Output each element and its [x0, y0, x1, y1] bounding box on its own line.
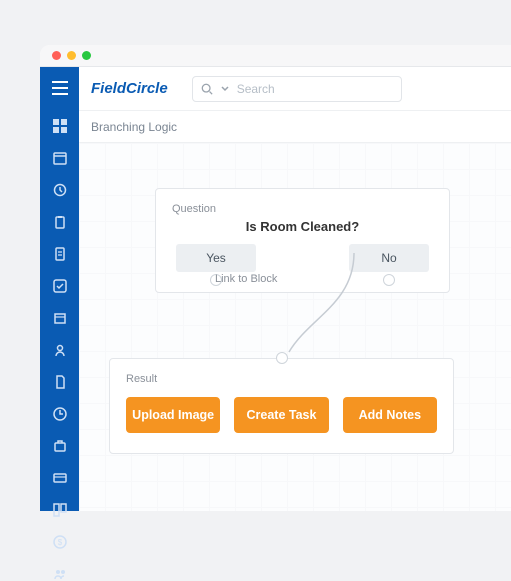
options-row: Yes No: [172, 244, 433, 272]
clipboard-icon[interactable]: [52, 215, 68, 229]
svg-text:$: $: [57, 538, 62, 547]
topbar: FieldCircle: [79, 67, 511, 111]
question-node[interactable]: Question Is Room Cleaned? Yes No: [155, 188, 450, 293]
card-icon[interactable]: [52, 471, 68, 485]
checklist-icon[interactable]: [52, 279, 68, 293]
contacts-icon[interactable]: [52, 343, 68, 357]
option-yes[interactable]: Yes: [176, 244, 256, 272]
upload-image-button[interactable]: Upload Image: [126, 397, 220, 433]
calendar-icon[interactable]: [52, 151, 68, 165]
search-box[interactable]: [192, 76, 402, 102]
create-task-button[interactable]: Create Task: [234, 397, 328, 433]
search-input[interactable]: [237, 82, 393, 96]
option-no[interactable]: No: [349, 244, 429, 272]
port-result-in[interactable]: [276, 352, 288, 364]
question-text: Is Room Cleaned?: [172, 219, 433, 234]
brand-logo: FieldCircle: [91, 80, 168, 97]
sidebar: $: [40, 67, 79, 511]
result-node[interactable]: Result Upload Image Create Task Add Note…: [109, 358, 454, 454]
main-area: FieldCircle Branching Logic Question Is …: [79, 67, 511, 511]
result-node-label: Result: [126, 373, 437, 385]
minimize-window-dot[interactable]: [67, 51, 76, 60]
clock-icon[interactable]: [52, 407, 68, 421]
breadcrumb-text: Branching Logic: [91, 120, 177, 134]
document-icon[interactable]: [52, 375, 68, 389]
history-icon[interactable]: [52, 183, 68, 197]
board-icon[interactable]: [52, 503, 68, 517]
titlebar: [40, 45, 511, 67]
package-icon[interactable]: [52, 311, 68, 325]
chevron-down-icon: [221, 85, 229, 93]
add-notes-button[interactable]: Add Notes: [343, 397, 437, 433]
app-window: $ FieldCircle Branching Logic Question I…: [40, 45, 511, 511]
question-node-label: Question: [172, 203, 433, 215]
dollar-icon[interactable]: $: [52, 535, 68, 549]
link-to-block-label: Link to Block: [215, 273, 277, 285]
port-no[interactable]: [383, 274, 395, 286]
actions-row: Upload Image Create Task Add Notes: [126, 397, 437, 433]
briefcase-icon[interactable]: [52, 439, 68, 453]
search-icon: [201, 83, 213, 95]
breadcrumb: Branching Logic: [79, 111, 511, 143]
option-yes-label: Yes: [206, 251, 226, 265]
dashboard-icon[interactable]: [52, 119, 68, 133]
menu-icon[interactable]: [51, 81, 69, 95]
option-no-label: No: [381, 251, 396, 265]
close-window-dot[interactable]: [52, 51, 61, 60]
invoice-icon[interactable]: [52, 247, 68, 261]
maximize-window-dot[interactable]: [82, 51, 91, 60]
app-body: $ FieldCircle Branching Logic Question I…: [40, 67, 511, 511]
flow-canvas[interactable]: Question Is Room Cleaned? Yes No Link to: [79, 143, 511, 511]
team-icon[interactable]: [52, 567, 68, 581]
